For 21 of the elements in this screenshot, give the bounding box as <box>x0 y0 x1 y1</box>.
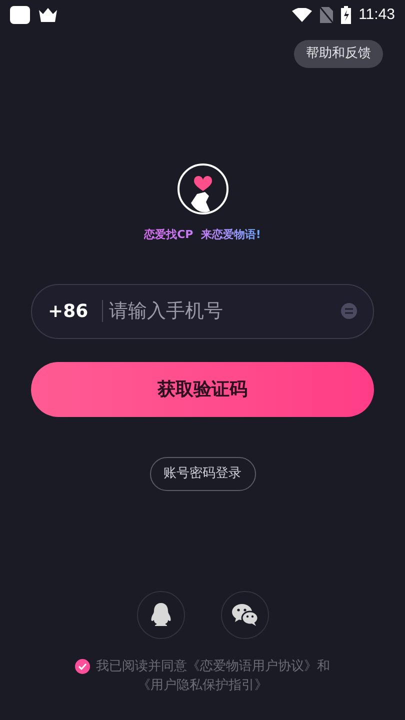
agreement-text: 我已阅读并同意 <box>96 658 187 676</box>
crown-icon <box>38 7 58 23</box>
penguin-icon <box>150 602 172 628</box>
password-login-button[interactable]: 账号密码登录 <box>150 456 256 490</box>
no-sim-icon <box>320 7 333 23</box>
social-login-button[interactable] <box>136 590 184 638</box>
notification-icon <box>10 6 30 24</box>
check-icon <box>78 662 87 670</box>
chat-bubbles-icon <box>230 602 258 626</box>
help-button[interactable]: 帮助和反馈 <box>294 40 383 68</box>
country-code[interactable]: +86 <box>48 298 88 324</box>
battery-icon <box>340 6 351 24</box>
app-logo <box>176 163 228 215</box>
status-time: 11:43 <box>358 4 395 25</box>
get-code-button[interactable]: 获取验证码 <box>31 362 374 416</box>
agreement-joiner: 和 <box>317 658 330 676</box>
phone-number-input[interactable]: 请输入手机号 <box>109 296 341 326</box>
social-login-button[interactable] <box>220 590 268 638</box>
wifi-icon <box>292 8 312 22</box>
agree-checkbox[interactable] <box>75 658 90 674</box>
phone-input-field[interactable]: +86 请输入手机号 <box>31 284 374 338</box>
